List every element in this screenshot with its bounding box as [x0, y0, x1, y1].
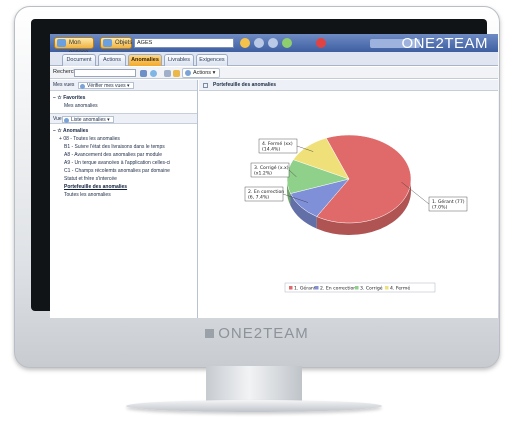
callout-label: (6, 7.4%)	[248, 194, 269, 200]
monitor-logo: ONE2TEAM	[15, 325, 499, 342]
views-select-label: Vérifier mes vues	[87, 83, 126, 89]
monitor-logo-text: ONE2TEAM	[218, 325, 309, 342]
screenshot: ONE2TEAM Mon espace Objets AGES ONE2TEAM…	[0, 0, 508, 421]
legend-swatch	[355, 286, 359, 290]
tree-item-label: A9 - Un terque avancées à l'application …	[64, 160, 171, 166]
tree-item[interactable]: A8 - Avancement des anomalies par module	[50, 151, 197, 159]
tree-item[interactable]: − ☆ Anomalies	[50, 127, 197, 135]
tab-bar: Document Actions Anomalies Livrables Exi…	[50, 52, 498, 66]
views-header-label: Mes vues	[53, 82, 75, 88]
callout-label: (x1.2%)	[254, 170, 272, 176]
favorites-node[interactable]: − ☆ Favorites	[50, 94, 197, 102]
tree-item-label: C1 - Champs récolemts anomalies par doma…	[64, 168, 170, 174]
refresh-icon[interactable]	[240, 38, 250, 48]
brand-logo: ONE2TEAM	[401, 35, 488, 52]
legend-label: 2. En correction	[320, 286, 356, 292]
tree-item-label: Anomalies	[63, 128, 89, 134]
favorites-title: Favorites	[63, 95, 86, 101]
tree-item-label: A8 - Avancement des anomalies par module	[64, 152, 163, 158]
filter-bar: Vue Liste anomalies ▾	[50, 113, 197, 124]
main-panel: Portefeuille des anomalies 1. Gérant (77…	[199, 80, 498, 318]
search-icon[interactable]	[140, 70, 147, 77]
legend-swatch	[315, 286, 319, 290]
filter-select-label: Liste anomalies	[71, 117, 106, 123]
tree-item[interactable]: C1 - Champs récolemts anomalies par doma…	[50, 167, 197, 175]
tab-document[interactable]: Document	[62, 54, 96, 66]
main-panel-title: Portefeuille des anomalies	[213, 82, 277, 88]
project-label: Objets	[115, 40, 133, 46]
project-select-value: AGES	[137, 40, 153, 46]
tab-anomalies[interactable]: Anomalies	[128, 54, 162, 66]
grid-icon[interactable]	[164, 70, 171, 77]
project-button[interactable]: Objets	[100, 37, 132, 49]
views-panel: Mes vues Vérifier mes vues ▾ − ☆ Favorit…	[50, 80, 198, 318]
pie-chart: 1. Gérant (77) (7.0%) 2. En correction (6, …	[199, 91, 498, 318]
tree-item-selected[interactable]: Portefeuille des anomalies	[50, 183, 197, 191]
pie-chart-svg: 1. Gérant (77)(7.0%)2. En correction(6, …	[244, 134, 468, 293]
callout-label: 1. Gérant (77)	[432, 198, 465, 205]
filter-label: Vue	[53, 116, 62, 122]
tree-item-label: B1 - Suivre l'état des livraisons dans l…	[64, 144, 165, 150]
home-button[interactable]: Mon espace	[54, 37, 94, 56]
tab-livrables[interactable]: Livrables	[164, 54, 194, 66]
monitor-stand-neck	[206, 366, 302, 404]
export-icon[interactable]	[282, 38, 292, 48]
callout-label: 3. Corrigé (x.x)	[254, 164, 289, 171]
callout-label: 2. En correction	[248, 189, 284, 195]
tab-exigences[interactable]: Exigences	[196, 54, 228, 66]
logo-square-icon	[205, 329, 215, 338]
app-titlebar: Mon espace Objets AGES ONE2TEAM	[50, 34, 498, 56]
tree-item[interactable]: Toutes les anomalies	[50, 191, 197, 199]
app-screen: Mon espace Objets AGES ONE2TEAM Document…	[50, 34, 498, 318]
actions-button[interactable]: Actions ▾	[182, 68, 221, 78]
callout-label: (7.0%)	[432, 204, 447, 210]
home-icon	[57, 39, 66, 47]
folder-icon[interactable]	[173, 70, 180, 77]
actions-icon	[185, 70, 191, 76]
search-input[interactable]	[74, 69, 136, 77]
tree-item-label: Statut et frère s'intercée	[64, 176, 117, 182]
tree-item-label: Toutes les anomalies	[64, 192, 111, 198]
settings-icon[interactable]	[254, 38, 264, 48]
legend-label: 4. Fermé	[390, 285, 410, 292]
tab-actions[interactable]: Actions	[98, 54, 126, 66]
tree-item-label: Portefeuille des anomalies	[64, 184, 128, 190]
legend-swatch	[385, 286, 389, 290]
collapse-icon[interactable]	[203, 83, 208, 88]
views-header: Mes vues Vérifier mes vues ▾	[50, 80, 197, 91]
tools-icon[interactable]	[316, 38, 326, 48]
favorites-item[interactable]: Mes anomalies	[50, 102, 197, 110]
project-select[interactable]: AGES	[134, 38, 234, 48]
favorites-item-label: Mes anomalies	[64, 103, 98, 109]
monitor-stand-base	[126, 400, 382, 412]
help-icon[interactable]	[268, 38, 278, 48]
actions-label: Actions	[193, 70, 212, 76]
views-select[interactable]: Vérifier mes vues ▾	[78, 82, 134, 89]
filter-select-icon	[64, 118, 69, 123]
callout-label: 4. Fermé (xx)	[262, 140, 293, 147]
legend-label: 1. Gérant	[294, 285, 316, 292]
views-select-icon	[80, 84, 85, 89]
tree-item[interactable]: + 08 - Toutes les anomalies	[50, 135, 197, 143]
legend-label: 3. Corrigé	[360, 285, 383, 292]
main-panel-header: Portefeuille des anomalies	[199, 80, 498, 91]
toolbar: Rechercher Actions ▾	[50, 67, 498, 79]
tree-item[interactable]: A9 - Un terque avancées à l'application …	[50, 159, 197, 167]
tree-item[interactable]: B1 - Suivre l'état des livraisons dans l…	[50, 143, 197, 151]
project-icon	[103, 39, 112, 47]
filter-select[interactable]: Liste anomalies ▾	[62, 116, 114, 123]
callout-label: (14.4%)	[262, 146, 280, 152]
tree-item-label: 08 - Toutes les anomalies	[63, 136, 120, 142]
legend-swatch	[289, 286, 293, 290]
info-icon[interactable]	[150, 70, 157, 77]
tree-item[interactable]: Statut et frère s'intercée	[50, 175, 197, 183]
